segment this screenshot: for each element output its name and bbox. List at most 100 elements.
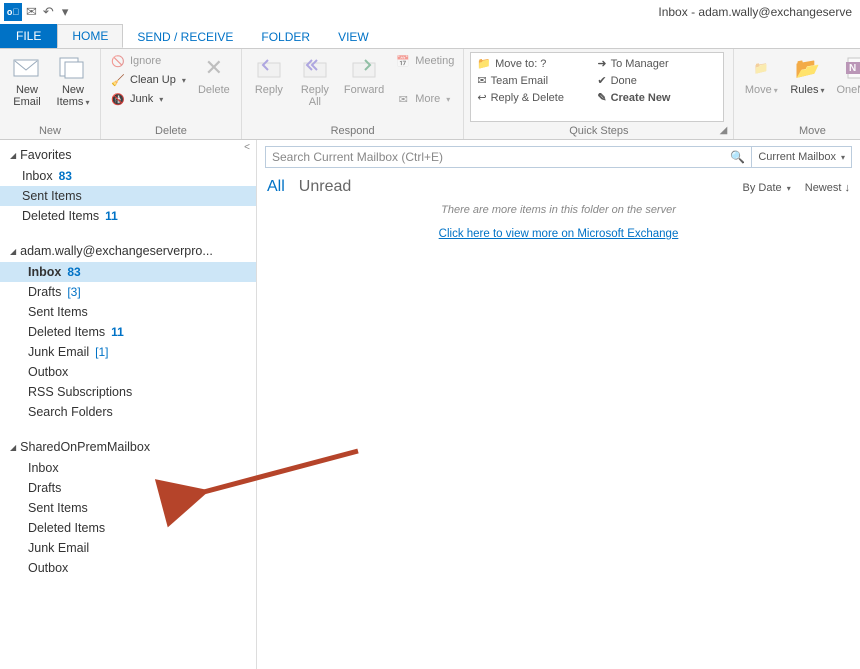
cleanup-button[interactable]: 🧹Clean Up▾ xyxy=(107,71,189,89)
message-list-pane: Search Current Mailbox (Ctrl+E) 🔍 Curren… xyxy=(257,140,860,669)
nav-a2-sent[interactable]: Sent Items xyxy=(0,498,256,518)
title-bar: o⃞ ✉ ↶ ▾ Inbox - adam.wally@exchangeserv… xyxy=(0,0,860,24)
folder-move-icon: 📁 xyxy=(477,57,491,70)
to-manager-icon: ➜ xyxy=(597,57,606,70)
ribbon-group-respond: Reply Reply All Forward 📅Meeting ✉More▾ … xyxy=(242,49,464,139)
filter-unread[interactable]: Unread xyxy=(299,178,351,196)
nav-a1-drafts[interactable]: Drafts[3] xyxy=(0,282,256,302)
move-button[interactable]: 📁Move▾ xyxy=(740,52,782,98)
search-input[interactable]: Search Current Mailbox (Ctrl+E) 🔍 xyxy=(265,146,752,168)
forward-icon xyxy=(349,54,379,82)
onenote-button[interactable]: NOneNote xyxy=(833,52,860,98)
tab-home[interactable]: HOME xyxy=(57,24,123,48)
rules-icon: 📂 xyxy=(792,54,822,82)
server-items-info: There are more items in this folder on t… xyxy=(265,200,852,220)
tab-folder[interactable]: FOLDER xyxy=(247,26,324,48)
ribbon-group-quicksteps: 📁Move to: ? ✉Team Email ↩Reply & Delete … xyxy=(464,49,734,139)
ribbon: New Email New Items▾ New 🚫Ignore 🧹Clean … xyxy=(0,48,860,140)
new-items-button[interactable]: New Items▾ xyxy=(52,52,94,110)
nav-a1-junk[interactable]: Junk Email[1] xyxy=(0,342,256,362)
nav-a1-deleted[interactable]: Deleted Items11 xyxy=(0,322,256,342)
favorites-header[interactable]: ◢Favorites xyxy=(0,144,256,166)
qs-team[interactable]: ✉Team Email xyxy=(473,72,593,89)
junk-button[interactable]: 🚯Junk▾ xyxy=(107,90,189,108)
search-placeholder: Search Current Mailbox (Ctrl+E) xyxy=(272,150,443,164)
undo-icon[interactable]: ↶ xyxy=(43,4,54,20)
move-folder-icon: 📁 xyxy=(746,54,776,82)
account1-header[interactable]: ◢adam.wally@exchangeserverpro... xyxy=(0,240,256,262)
nav-a2-inbox[interactable]: Inbox xyxy=(0,458,256,478)
collapse-pane-icon[interactable]: < xyxy=(244,142,250,153)
nav-a2-drafts[interactable]: Drafts xyxy=(0,478,256,498)
qs-done[interactable]: ✔Done xyxy=(593,72,713,89)
delete-button[interactable]: ✕ Delete xyxy=(193,52,235,98)
account2-header[interactable]: ◢SharedOnPremMailbox xyxy=(0,436,256,458)
send-receive-qat-icon[interactable]: ✉ xyxy=(26,4,37,20)
dialog-launcher-icon[interactable]: ◢ xyxy=(720,125,728,136)
quick-access-toolbar: ✉ ↶ ▾ xyxy=(26,4,68,20)
new-email-button[interactable]: New Email xyxy=(6,52,48,110)
cleanup-icon: 🧹 xyxy=(110,72,126,88)
ribbon-group-delete: 🚫Ignore 🧹Clean Up▾ 🚯Junk▾ ✕ Delete Delet… xyxy=(101,49,242,139)
team-email-icon: ✉ xyxy=(477,74,486,87)
qs-create[interactable]: ✎Create New xyxy=(593,89,713,106)
reply-icon xyxy=(254,54,284,82)
nav-fav-inbox[interactable]: Inbox83 xyxy=(0,166,256,186)
outlook-app-icon: o⃞ xyxy=(4,3,22,21)
ribbon-tabs: FILE HOME SEND / RECEIVE FOLDER VIEW xyxy=(0,24,860,48)
meeting-button[interactable]: 📅Meeting xyxy=(392,52,457,70)
new-items-icon xyxy=(58,54,88,82)
qs-replydel[interactable]: ↩Reply & Delete xyxy=(473,89,593,106)
sort-by-dropdown[interactable]: By Date ▾ xyxy=(743,182,791,194)
nav-fav-deleted[interactable]: Deleted Items11 xyxy=(0,206,256,226)
junk-icon: 🚯 xyxy=(110,91,126,107)
more-icon: ✉ xyxy=(395,91,411,107)
onenote-icon: N xyxy=(844,54,860,82)
more-respond-button[interactable]: ✉More▾ xyxy=(392,90,457,108)
nav-a1-sent[interactable]: Sent Items xyxy=(0,302,256,322)
search-scope-dropdown[interactable]: Current Mailbox▾ xyxy=(752,146,852,168)
folder-pane: < ◢Favorites Inbox83 Sent Items Deleted … xyxy=(0,140,257,669)
ribbon-group-move: 📁Move▾ 📂Rules▾ NOneNote Move xyxy=(734,49,860,139)
new-email-icon xyxy=(12,54,42,82)
done-icon: ✔ xyxy=(597,74,606,87)
nav-a1-search[interactable]: Search Folders xyxy=(0,402,256,422)
chevron-down-icon: ◢ xyxy=(10,151,16,160)
delete-icon: ✕ xyxy=(199,54,229,82)
reply-button[interactable]: Reply xyxy=(248,52,290,98)
nav-a2-junk[interactable]: Junk Email xyxy=(0,538,256,558)
view-more-link[interactable]: Click here to view more on Microsoft Exc… xyxy=(265,220,852,246)
filter-all[interactable]: All xyxy=(267,178,285,196)
nav-a1-outbox[interactable]: Outbox xyxy=(0,362,256,382)
qs-tomgr[interactable]: ➜To Manager xyxy=(593,55,713,72)
filter-row: All Unread By Date ▾ Newest ↓ xyxy=(265,168,852,200)
nav-a2-outbox[interactable]: Outbox xyxy=(0,558,256,578)
tab-send-receive[interactable]: SEND / RECEIVE xyxy=(123,26,247,48)
forward-button[interactable]: Forward xyxy=(340,52,388,98)
ignore-icon: 🚫 xyxy=(110,53,126,69)
tab-view[interactable]: VIEW xyxy=(324,26,383,48)
reply-delete-icon: ↩ xyxy=(477,91,486,104)
qat-customize-icon[interactable]: ▾ xyxy=(62,4,69,20)
nav-a1-inbox[interactable]: Inbox83 xyxy=(0,262,256,282)
rules-button[interactable]: 📂Rules▾ xyxy=(786,52,828,98)
chevron-down-icon: ◢ xyxy=(10,247,16,256)
nav-fav-sent[interactable]: Sent Items xyxy=(0,186,256,206)
svg-text:N: N xyxy=(849,63,856,74)
chevron-down-icon: ◢ xyxy=(10,443,16,452)
ignore-button[interactable]: 🚫Ignore xyxy=(107,52,189,70)
search-icon[interactable]: 🔍 xyxy=(730,150,745,164)
meeting-icon: 📅 xyxy=(395,53,411,69)
tab-file[interactable]: FILE xyxy=(0,24,57,48)
nav-a2-deleted[interactable]: Deleted Items xyxy=(0,518,256,538)
qs-moveto[interactable]: 📁Move to: ? xyxy=(473,55,593,72)
window-title: Inbox - adam.wally@exchangeserve xyxy=(658,5,856,19)
quicksteps-gallery[interactable]: 📁Move to: ? ✉Team Email ↩Reply & Delete … xyxy=(470,52,724,122)
sort-order-dropdown[interactable]: Newest ↓ xyxy=(805,182,850,194)
body: < ◢Favorites Inbox83 Sent Items Deleted … xyxy=(0,140,860,669)
ribbon-group-new: New Email New Items▾ New xyxy=(0,49,101,139)
reply-all-button[interactable]: Reply All xyxy=(294,52,336,110)
nav-a1-rss[interactable]: RSS Subscriptions xyxy=(0,382,256,402)
reply-all-icon xyxy=(300,54,330,82)
create-new-icon: ✎ xyxy=(597,91,606,104)
